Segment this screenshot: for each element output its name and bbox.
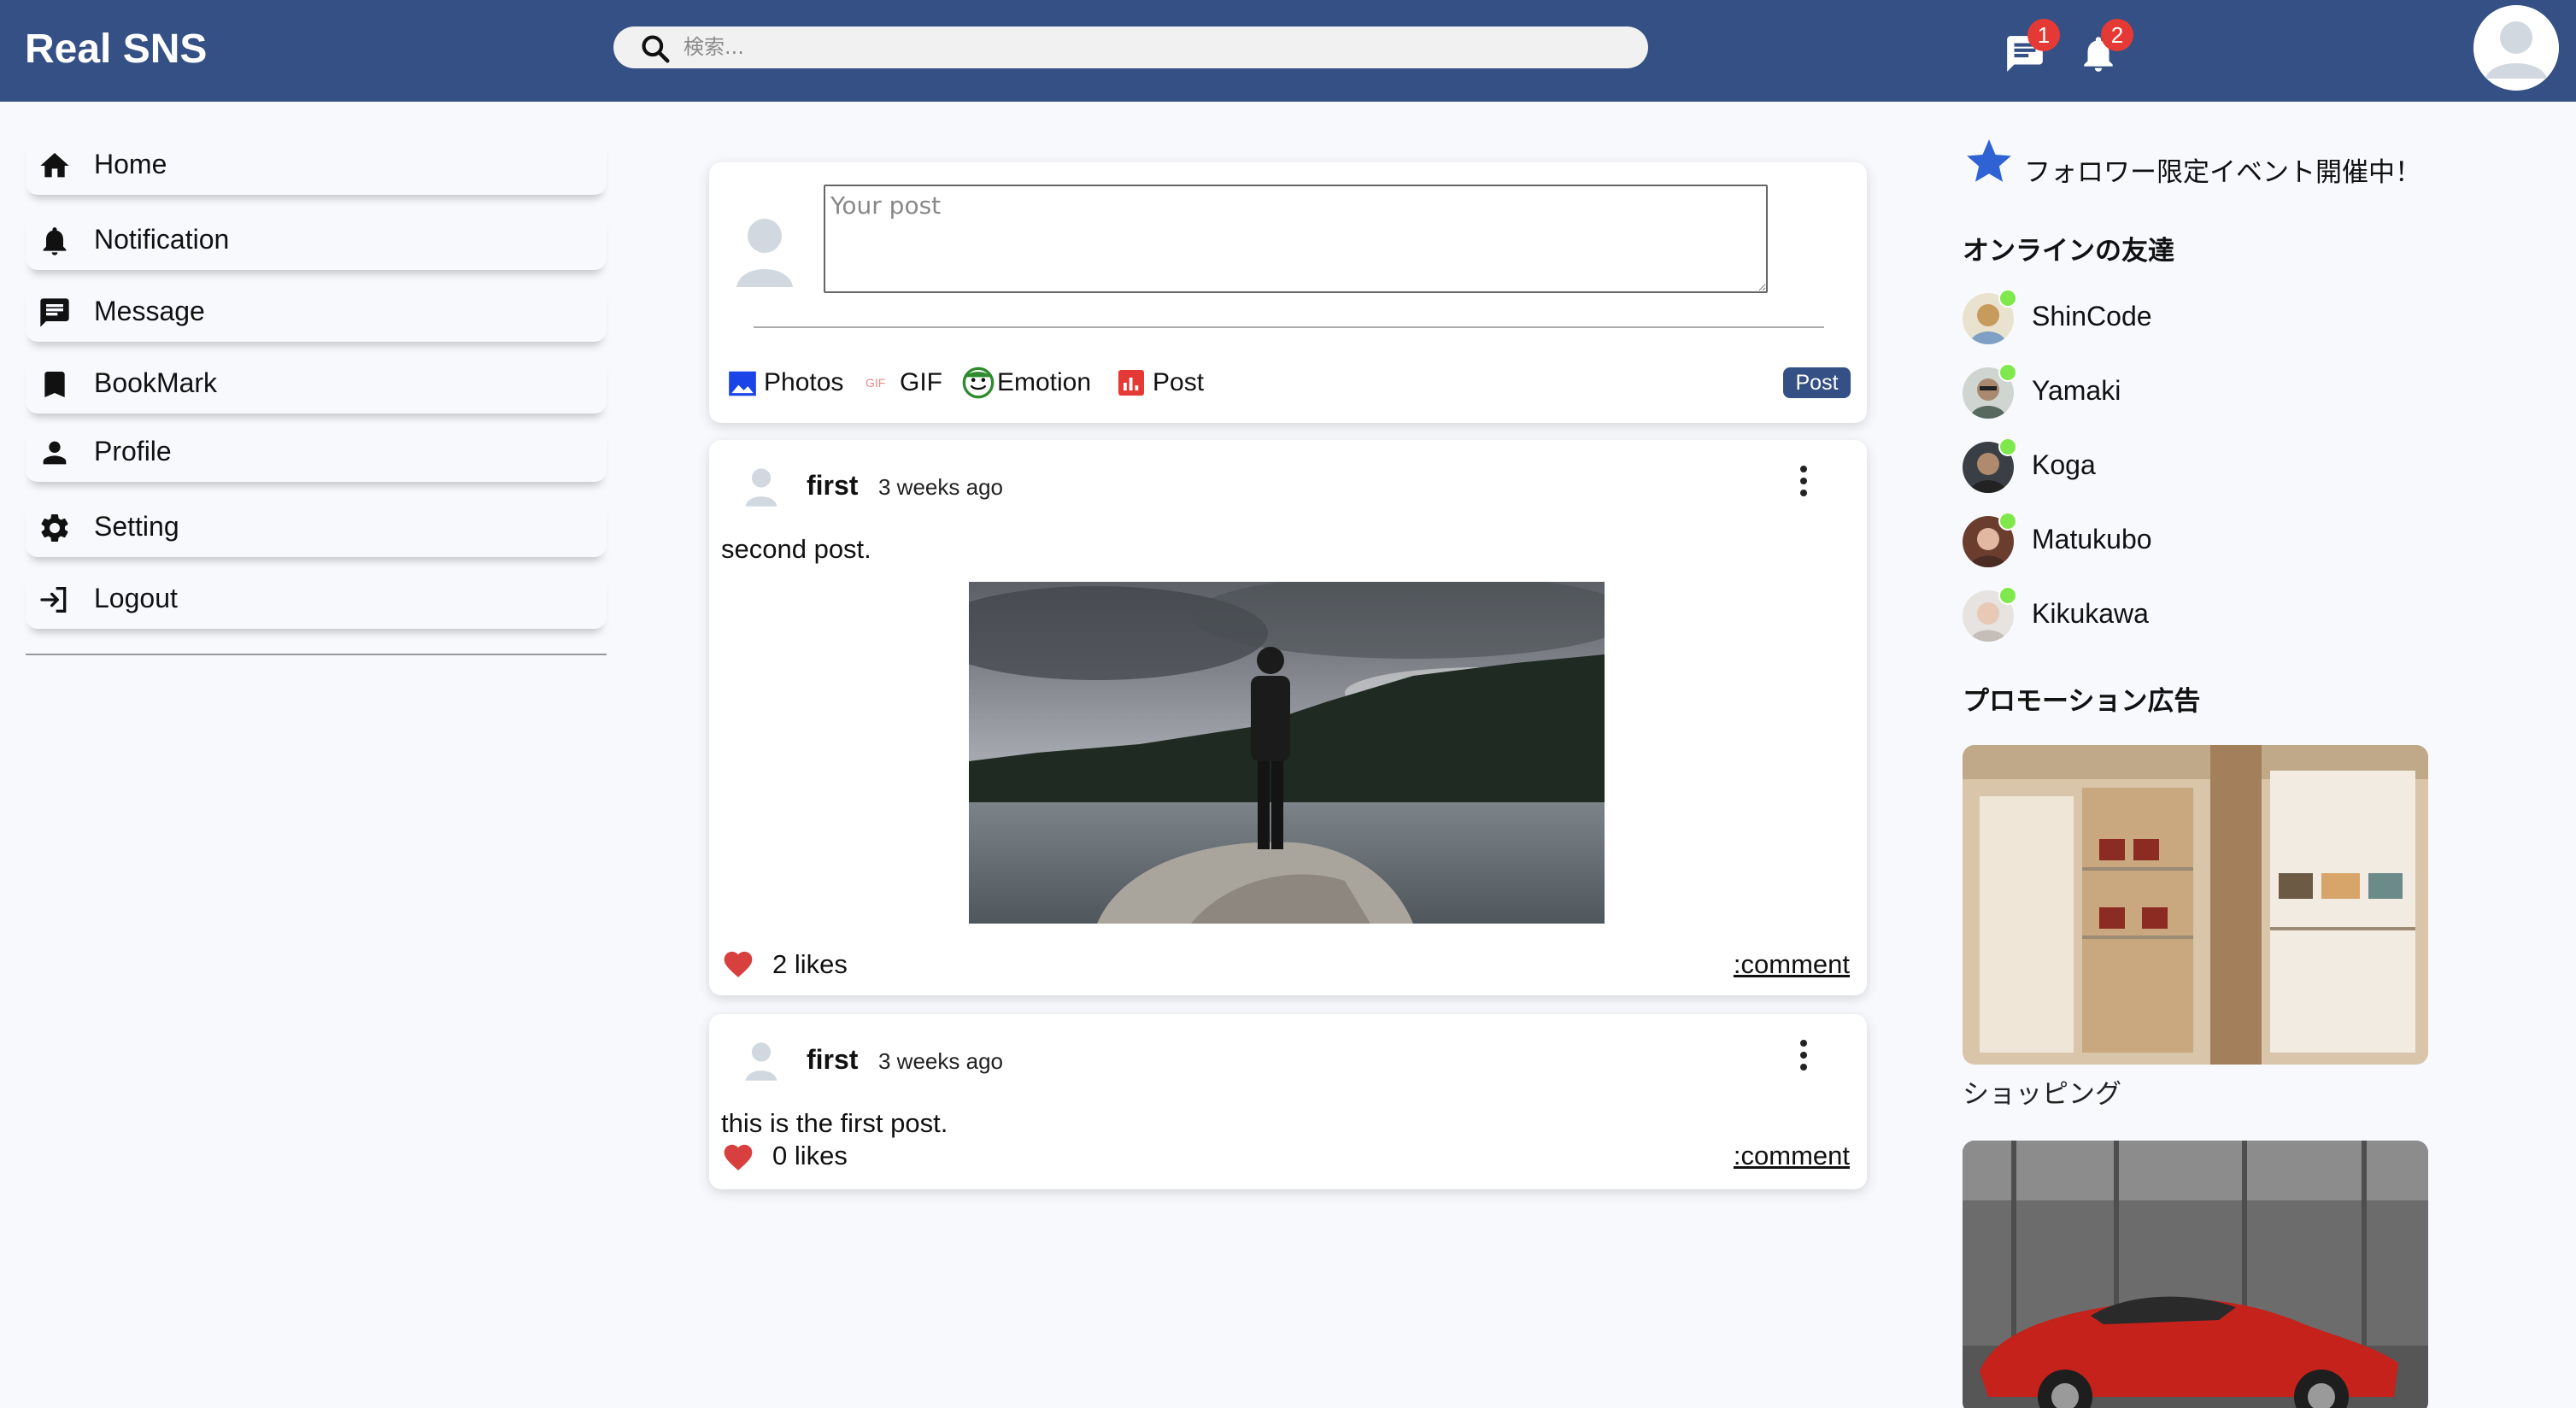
sidebar-item-label: Message	[94, 296, 205, 326]
heart-icon[interactable]	[721, 1141, 755, 1171]
user-avatar[interactable]	[2473, 5, 2559, 91]
post-comment-link[interactable]: :comment	[1734, 1141, 1850, 1171]
logout-icon	[40, 587, 67, 613]
event-text: フォロワー限定イベント開催中！	[2024, 157, 2421, 188]
notification-button[interactable]: 2	[2077, 19, 2133, 75]
emotion-icon	[962, 367, 995, 399]
online-friend-item[interactable]: Kikukawa	[1963, 586, 2390, 642]
home-icon	[40, 153, 69, 178]
share-option-label: Emotion	[997, 368, 1092, 396]
post-card: first 3 weeks ago this is the first post…	[709, 1014, 1867, 1189]
sidebar-item-message[interactable]: Message	[26, 282, 607, 342]
post-header: first 3 weeks ago	[709, 1014, 1867, 1100]
share-box: Photos GIF GIF Emotion Post Post	[709, 162, 1867, 423]
sidebar-item-label: Home	[94, 149, 167, 179]
share-option-emotion[interactable]: Emotion	[961, 366, 1098, 400]
gear-icon	[41, 514, 68, 542]
app-logo[interactable]: Real SNS	[25, 26, 207, 73]
friend-name: Matukubo	[2032, 524, 2152, 554]
post-card: first 3 weeks ago second post. 2 likes:…	[709, 440, 1867, 995]
post-timestamp: 3 weeks ago	[878, 474, 1003, 500]
sidebar-item-home[interactable]: Home	[26, 135, 607, 195]
sidebar-item-profile[interactable]: Profile	[26, 422, 607, 482]
avatar-placeholder-icon[interactable]	[743, 1040, 779, 1082]
search-bar[interactable]	[613, 26, 1648, 68]
online-status-dot	[1998, 363, 2017, 382]
online-friends-title: オンラインの友達	[1963, 236, 2174, 267]
avatar-placeholder-icon[interactable]	[743, 466, 779, 508]
online-status-dot	[1998, 512, 2017, 531]
friend-name: Koga	[2032, 449, 2096, 480]
sidebar-item-label: Notification	[94, 224, 230, 255]
gif-icon: GIF	[866, 376, 886, 390]
promotion-title: プロモーション広告	[1963, 686, 2201, 717]
share-divider	[754, 326, 1824, 328]
chat-icon	[40, 298, 69, 327]
message-button[interactable]: 1	[2004, 19, 2060, 75]
post-like-count: 0 likes	[772, 1141, 848, 1170]
sidebar-item-bookmark[interactable]: BookMark	[26, 354, 607, 414]
online-status-dot	[1998, 586, 2017, 605]
share-option-gif[interactable]: GIF GIF	[866, 366, 951, 400]
online-friend-item[interactable]: ShinCode	[1963, 289, 2390, 345]
star-icon	[1967, 139, 2011, 182]
post-username[interactable]: first	[807, 1044, 858, 1076]
message-badge: 1	[2027, 19, 2060, 51]
post-comment-link[interactable]: :comment	[1734, 949, 1850, 980]
post-submit-button[interactable]: Post	[1783, 367, 1851, 398]
post-username[interactable]: first	[807, 470, 858, 502]
post-textarea[interactable]	[824, 185, 1768, 293]
search-icon	[642, 35, 670, 63]
post-like-count: 2 likes	[772, 949, 848, 979]
sidebar-divider	[26, 654, 607, 655]
promotion-ad-car[interactable]	[1963, 1141, 2428, 1408]
post-image	[969, 582, 1605, 924]
share-option-post[interactable]: Post	[1116, 366, 1218, 400]
top-bar: Real SNS 1 2	[0, 0, 2576, 102]
sidebar-item-label: Setting	[94, 511, 179, 542]
promotion-ad-shopping[interactable]	[1963, 745, 2428, 1065]
post-more-menu-icon[interactable]	[1798, 1040, 1810, 1074]
sidebar-item-logout[interactable]: Logout	[26, 569, 607, 629]
sidebar-item-label: BookMark	[94, 367, 218, 398]
notification-badge: 2	[2101, 19, 2133, 51]
bookmark-icon	[44, 372, 65, 397]
online-friend-item[interactable]: Matukubo	[1963, 512, 2390, 568]
share-option-label: Post	[1153, 368, 1205, 396]
online-status-dot	[1998, 289, 2017, 308]
friend-name: Yamaki	[2032, 375, 2121, 406]
sidebar-item-notification[interactable]: Notification	[26, 210, 607, 270]
heart-icon[interactable]	[721, 947, 755, 978]
post-timestamp: 3 weeks ago	[878, 1048, 1003, 1074]
sidebar-item-label: Logout	[94, 583, 178, 613]
online-friend-item[interactable]: Yamaki	[1963, 363, 2390, 419]
online-friend-item[interactable]: Koga	[1963, 437, 2390, 494]
post-text: second post.	[721, 534, 871, 564]
share-option-photos[interactable]: Photos	[726, 366, 854, 400]
friend-name: ShinCode	[2032, 301, 2152, 331]
sidebar-item-setting[interactable]: Setting	[26, 497, 607, 557]
image-icon	[729, 371, 756, 396]
friend-name: Kikukawa	[2032, 598, 2149, 629]
sidebar-item-label: Profile	[94, 436, 172, 466]
avatar-placeholder-icon	[736, 219, 793, 287]
chart-icon	[1118, 370, 1144, 396]
search-input[interactable]	[684, 31, 1623, 63]
person-icon	[43, 441, 67, 465]
post-header: first 3 weeks ago	[709, 440, 1867, 525]
post-text: this is the first post.	[721, 1108, 948, 1138]
online-status-dot	[1998, 437, 2017, 456]
avatar-placeholder-icon	[2473, 5, 2559, 91]
promotion-caption: ショッピング	[1963, 1079, 2121, 1110]
share-option-label: GIF	[900, 368, 942, 396]
post-more-menu-icon[interactable]	[1798, 466, 1810, 500]
share-option-label: Photos	[764, 368, 844, 396]
bell-icon	[43, 227, 67, 255]
